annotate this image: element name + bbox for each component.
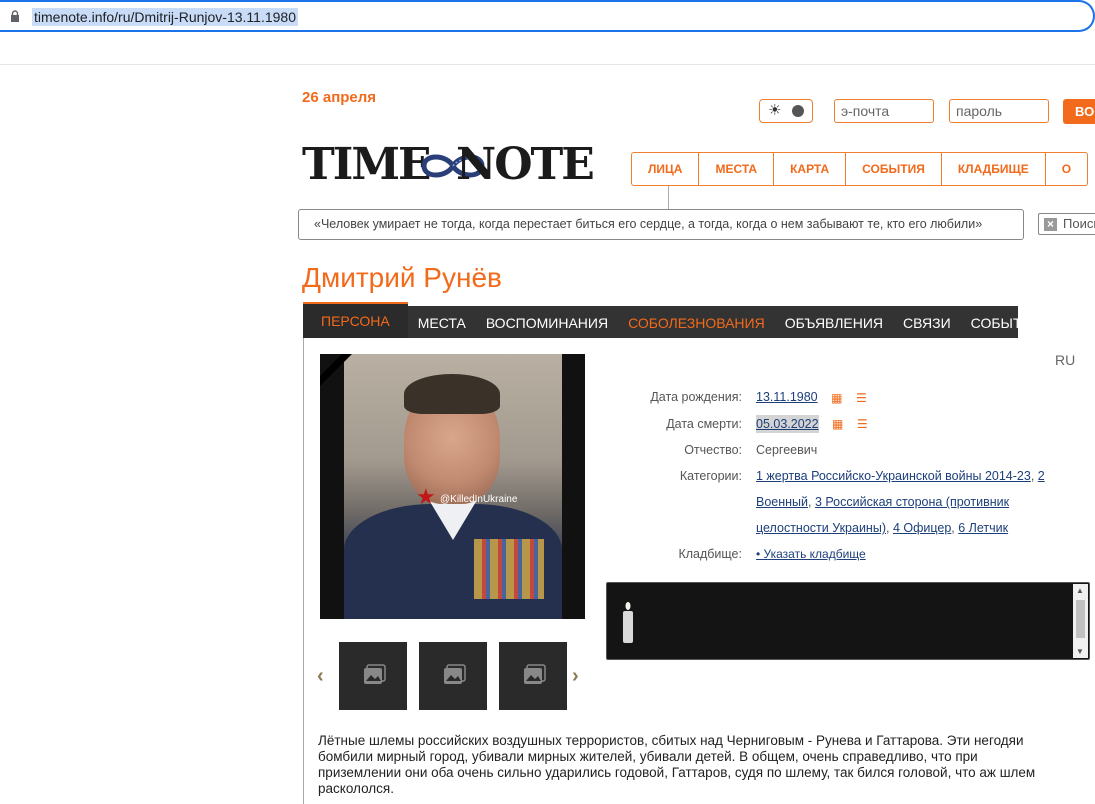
nav-cemetery[interactable]: КЛАДБИЩЕ — [942, 153, 1046, 185]
patronymic-row: Отчество: Сергеевич — [606, 437, 1076, 463]
categories-row: Категории: 1 жертва Российско-Украинской… — [606, 463, 1076, 541]
tab-announcements[interactable]: ОБЪЯВЛЕНИЯ — [775, 306, 893, 338]
main-nav: ЛИЦА МЕСТА КАРТА СОБЫТИЯ КЛАДБИЩЕ О — [631, 152, 1089, 186]
patronymic-value: Сергеевич — [756, 443, 818, 458]
scroll-down-icon[interactable]: ▼ — [1076, 647, 1084, 656]
candles-panel[interactable]: ▲ ▼ — [606, 582, 1090, 660]
scroll-up-icon[interactable]: ▲ — [1076, 586, 1084, 595]
tab-events[interactable]: СОБЫТИЯ — [961, 306, 1052, 338]
nav-events[interactable]: СОБЫТИЯ — [846, 153, 942, 185]
candle-icon[interactable] — [621, 601, 635, 643]
chevron-right-icon[interactable]: › — [572, 665, 579, 688]
birth-date-link[interactable]: 13.11.1980 — [756, 390, 818, 404]
search-box[interactable]: × Поиск — [1038, 213, 1095, 235]
gallery-thumb[interactable] — [499, 642, 567, 710]
nav-people[interactable]: ЛИЦА — [632, 153, 700, 185]
birth-row: Дата рождения: 13.11.1980 ▦ ☰ — [606, 384, 1076, 411]
mourning-ribbon-icon — [320, 354, 352, 386]
person-description: Лётные шлемы российских воздушных террор… — [318, 733, 1036, 796]
calendar-icon[interactable]: ▦ — [831, 385, 842, 411]
death-date-link[interactable]: 05.03.2022 — [756, 414, 819, 433]
image-placeholder-icon — [444, 664, 466, 684]
login-button[interactable]: ВОЙТИ — [1063, 99, 1095, 124]
medals-shape — [474, 539, 544, 599]
photo-watermark: @KilledInUkraine — [440, 494, 518, 505]
categories-label: Категории: — [679, 469, 742, 484]
specify-cemetery-link[interactable]: • Указать кладбище — [756, 547, 866, 561]
people-list-icon[interactable]: ☰ — [856, 385, 867, 411]
tab-condolences[interactable]: СОБОЛЕЗНОВАНИЯ — [618, 306, 775, 338]
hair-shape — [404, 374, 500, 414]
nav-connector — [668, 186, 669, 209]
image-placeholder-icon — [364, 664, 386, 684]
site-logo[interactable]: TIME NOTE — [302, 142, 612, 188]
category-link[interactable]: 6 Летчик — [958, 521, 1008, 535]
sun-icon: ☀ — [768, 102, 782, 119]
page-title: Дмитрий Рунёв — [302, 262, 502, 293]
nav-map[interactable]: КАРТА — [774, 153, 847, 185]
category-link[interactable]: 1 жертва Российско-Украинской войны 2014… — [756, 469, 1031, 483]
tab-person[interactable]: ПЕРСОНА — [303, 302, 408, 338]
cemetery-label: Кладбище: — [678, 547, 742, 562]
logo-note-text: NOTE — [456, 139, 595, 190]
email-input[interactable] — [834, 99, 934, 123]
tab-places[interactable]: МЕСТА — [408, 306, 476, 338]
death-row: Дата смерти: 05.03.2022 ▦ ☰ — [606, 411, 1076, 438]
candles-scrollbar[interactable]: ▲ ▼ — [1073, 584, 1088, 658]
profile-tabs: ПЕРСОНА МЕСТА ВОСПОМИНАНИЯ СОБОЛЕЗНОВАНИ… — [303, 302, 1042, 338]
category-link[interactable]: 4 Офицер — [893, 521, 951, 535]
quote-box: «Человек умирает не тогда, когда переста… — [298, 209, 1024, 240]
url-text[interactable]: timenote.info/ru/Dmitrij-Runjov-13.11.19… — [32, 8, 298, 26]
tab-memories[interactable]: ВОСПОМИНАНИЯ — [476, 306, 618, 338]
today-date: 26 апреля — [302, 89, 377, 106]
birth-label: Дата рождения: — [650, 390, 742, 404]
chevron-left-icon[interactable]: ‹ — [317, 665, 324, 688]
language-switch[interactable]: RU — [1055, 352, 1075, 368]
clear-icon[interactable]: × — [1044, 218, 1057, 231]
nav-places[interactable]: МЕСТА — [699, 153, 775, 185]
patronymic-label: Отчество: — [684, 443, 742, 458]
gallery-thumb[interactable] — [339, 642, 407, 710]
logo-time-text: TIME — [302, 139, 432, 190]
theme-toggle[interactable]: ☀ — [759, 99, 813, 123]
people-list-icon[interactable]: ☰ — [857, 411, 868, 437]
portrait-photo[interactable]: ★ @KilledInUkraine — [320, 354, 585, 619]
tab-relations[interactable]: СВЯЗИ — [893, 306, 961, 338]
browser-divider — [0, 64, 1095, 65]
star-icon: ★ — [416, 484, 436, 509]
gallery-thumb[interactable] — [419, 642, 487, 710]
search-placeholder: Поиск — [1063, 216, 1095, 231]
address-bar[interactable]: timenote.info/ru/Dmitrij-Runjov-13.11.19… — [0, 0, 1095, 32]
scroll-thumb[interactable] — [1076, 600, 1085, 638]
death-label: Дата смерти: — [666, 416, 742, 431]
person-fields: Дата рождения: 13.11.1980 ▦ ☰ Дата смерт… — [606, 384, 1076, 567]
calendar-icon[interactable]: ▦ — [832, 411, 843, 437]
lock-icon — [11, 10, 19, 22]
moon-icon — [792, 105, 804, 117]
cemetery-row: Кладбище: • Указать кладбище — [606, 541, 1076, 567]
nav-about[interactable]: О — [1046, 153, 1087, 185]
password-input[interactable] — [949, 99, 1049, 123]
image-placeholder-icon — [524, 664, 546, 684]
